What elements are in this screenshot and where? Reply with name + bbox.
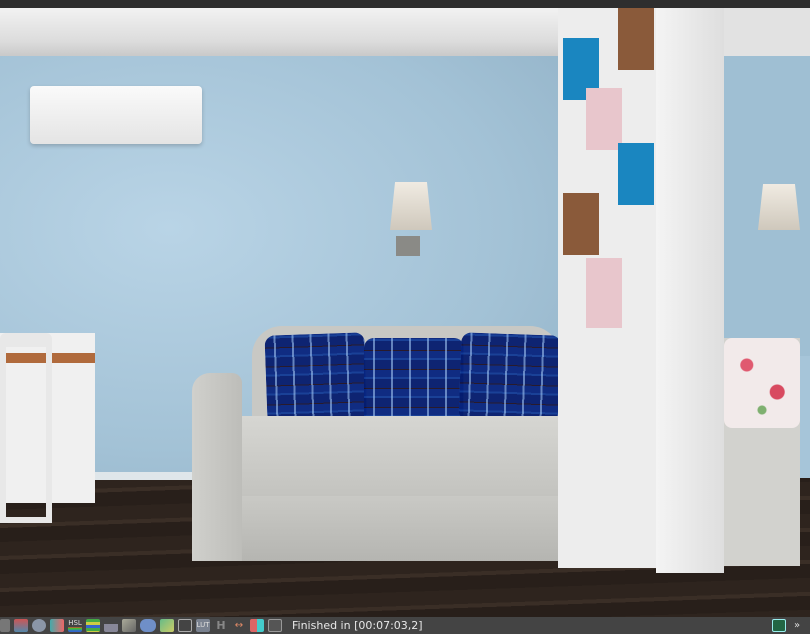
histogram-icon[interactable] — [104, 619, 118, 632]
info-icon[interactable] — [32, 619, 46, 632]
shelf-cell — [618, 8, 654, 70]
baseboard — [90, 472, 200, 480]
layers-icon[interactable] — [0, 619, 10, 632]
partition-pillar — [656, 8, 724, 573]
wall-lamp-base — [396, 236, 420, 256]
shelf-cell — [586, 88, 622, 150]
rendered-image — [0, 8, 810, 617]
white-balance-icon[interactable] — [122, 619, 136, 632]
hue-icon[interactable]: H — [214, 619, 228, 632]
air-conditioner — [30, 86, 202, 144]
window-top-bar — [0, 0, 810, 8]
bottom-toolbar: HSL LUT H ↔ Finished in [00:07:03,2] — [0, 617, 810, 634]
wall-lamp — [758, 184, 800, 230]
pillow — [264, 332, 368, 424]
background-image-icon[interactable] — [160, 619, 174, 632]
stamp-icon[interactable] — [14, 619, 28, 632]
lut-icon[interactable]: LUT — [196, 619, 210, 632]
chair — [0, 333, 52, 523]
compare-icon[interactable] — [250, 619, 264, 632]
bookshelf — [558, 8, 658, 568]
sofa-base — [214, 496, 614, 561]
sofa-seat — [214, 416, 614, 496]
panel-toggle-icon[interactable] — [772, 619, 786, 632]
ceiling-molding — [0, 8, 565, 56]
denoiser-icon[interactable] — [268, 619, 282, 632]
hsl-icon[interactable]: HSL — [68, 619, 82, 632]
lens-effects-icon[interactable]: ↔ — [232, 619, 246, 632]
shelf-cell — [586, 258, 622, 328]
expand-icon[interactable]: » — [790, 619, 804, 632]
levels-icon[interactable] — [86, 619, 100, 632]
pillow — [364, 338, 464, 426]
floral-pillow — [724, 338, 800, 428]
wall-lamp — [390, 182, 432, 230]
curves-icon[interactable] — [178, 619, 192, 632]
color-balance-icon[interactable] — [140, 619, 156, 632]
pillow — [458, 332, 562, 424]
sofa-arm-left — [192, 373, 242, 561]
adjacent-ceiling — [724, 8, 810, 56]
toolbar-right: » — [772, 617, 810, 634]
shelf-cell — [618, 143, 654, 205]
exposure-icon[interactable] — [50, 619, 64, 632]
shelf-cell — [563, 193, 599, 255]
render-status: Finished in [00:07:03,2] — [292, 619, 423, 632]
